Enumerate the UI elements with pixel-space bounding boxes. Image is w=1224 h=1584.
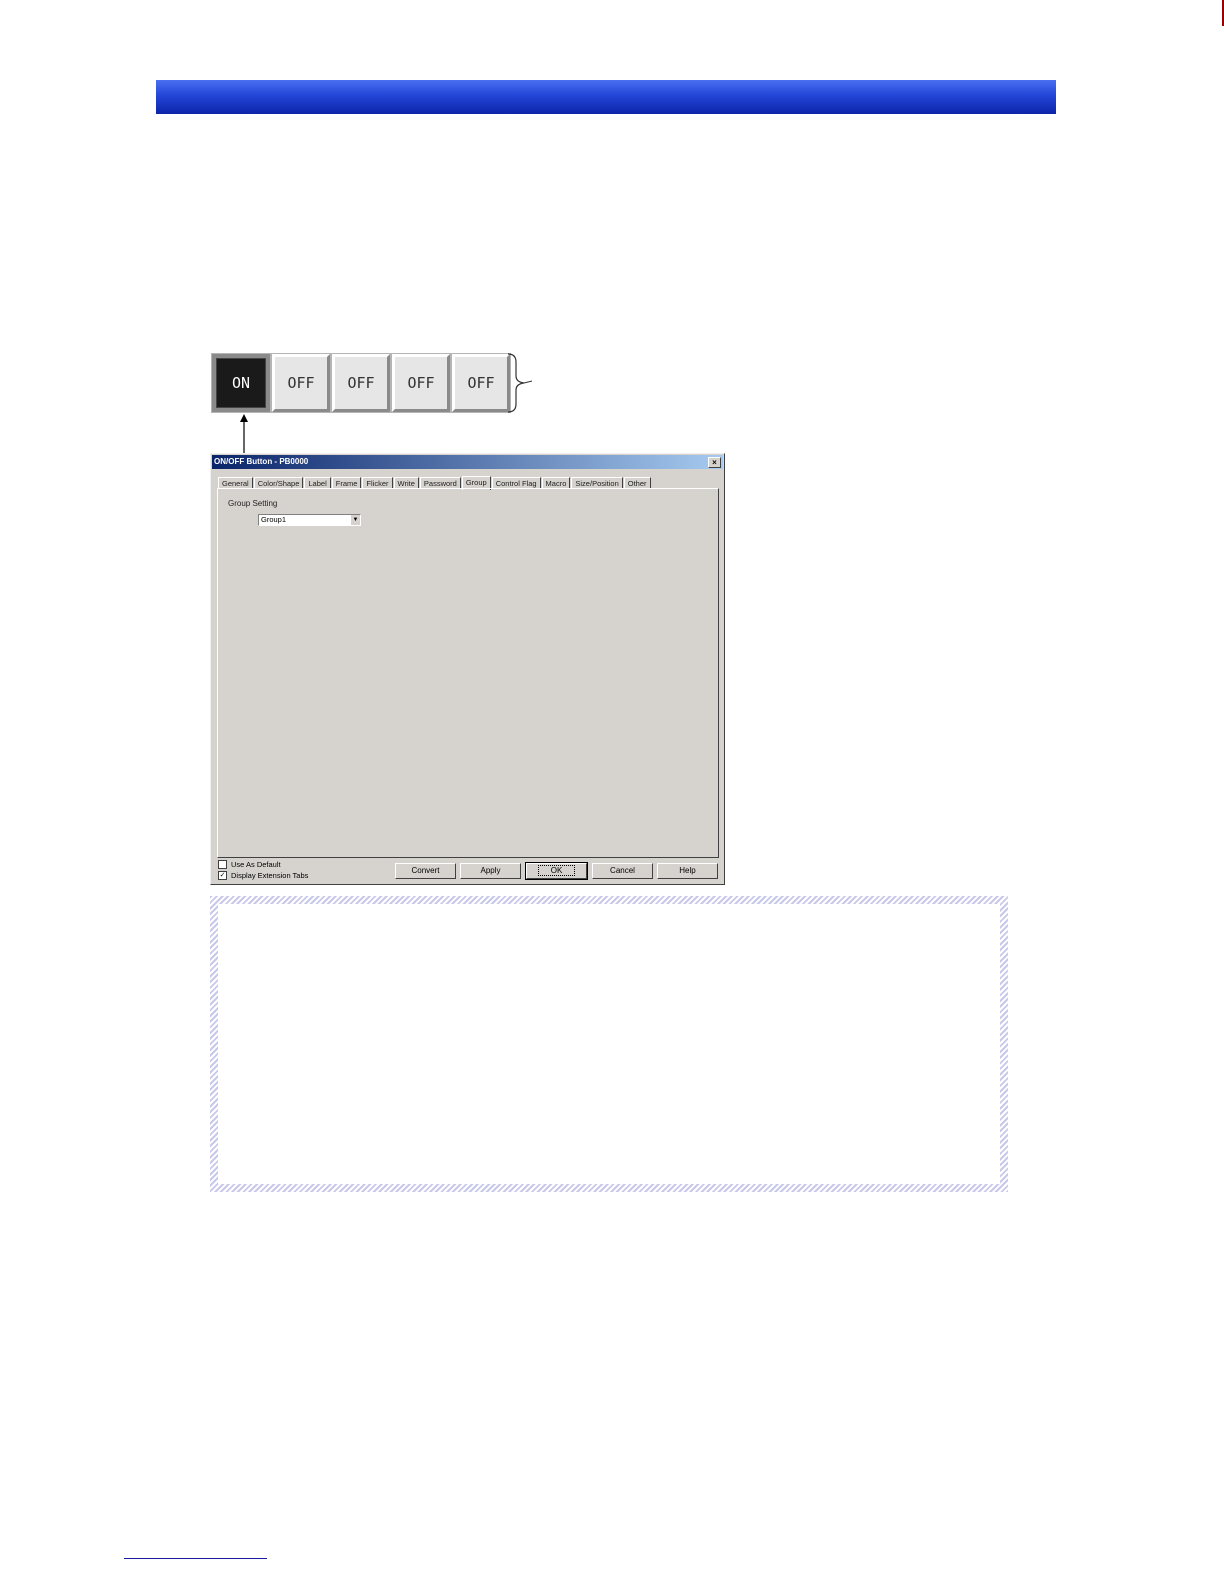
- use-as-default-row[interactable]: Use As Default: [218, 860, 281, 869]
- note-box: [210, 896, 1008, 1192]
- use-as-default-checkbox[interactable]: [218, 860, 227, 869]
- onoff-button-off[interactable]: OFF: [452, 354, 510, 412]
- onoff-button-off[interactable]: OFF: [272, 354, 330, 412]
- ok-button[interactable]: OK: [525, 862, 588, 880]
- group-brace-icon: [507, 353, 533, 413]
- dialog-title: ON/OFF Button - PB0000: [214, 457, 309, 466]
- display-extension-tabs-label: Display Extension Tabs: [231, 871, 309, 880]
- page-header-bar: [156, 80, 1056, 114]
- group-select-value: Group1: [261, 515, 287, 524]
- group-select[interactable]: Group1 ▼: [258, 514, 361, 526]
- pointer-arrow-icon: [240, 414, 248, 454]
- group-setting-label: Group Setting: [228, 499, 278, 508]
- onoff-button-dialog: ON/OFF Button - PB0000 × General Color/S…: [210, 453, 725, 885]
- convert-button[interactable]: Convert: [395, 863, 456, 879]
- footer-link-underline: [124, 1558, 267, 1559]
- onoff-button-group: ON OFF OFF OFF OFF: [212, 354, 512, 414]
- tab-strip: General Color/Shape Label Frame Flicker …: [218, 475, 652, 490]
- display-extension-tabs-checkbox[interactable]: ✓: [218, 871, 227, 880]
- apply-button[interactable]: Apply: [460, 863, 521, 879]
- note-box-content: [218, 904, 1000, 1184]
- onoff-button-on[interactable]: ON: [212, 354, 270, 412]
- ok-button-label: OK: [537, 865, 576, 876]
- onoff-button-off[interactable]: OFF: [332, 354, 390, 412]
- close-icon[interactable]: ×: [708, 457, 721, 468]
- help-button[interactable]: Help: [657, 863, 718, 879]
- display-extension-tabs-row[interactable]: ✓ Display Extension Tabs: [218, 871, 308, 880]
- onoff-button-off[interactable]: OFF: [392, 354, 450, 412]
- use-as-default-label: Use As Default: [231, 860, 281, 869]
- dialog-titlebar: ON/OFF Button - PB0000 ×: [212, 455, 723, 469]
- group-tab-panel: Group Setting Group1 ▼: [217, 488, 719, 858]
- cancel-button[interactable]: Cancel: [592, 863, 653, 879]
- chevron-down-icon[interactable]: ▼: [350, 515, 360, 525]
